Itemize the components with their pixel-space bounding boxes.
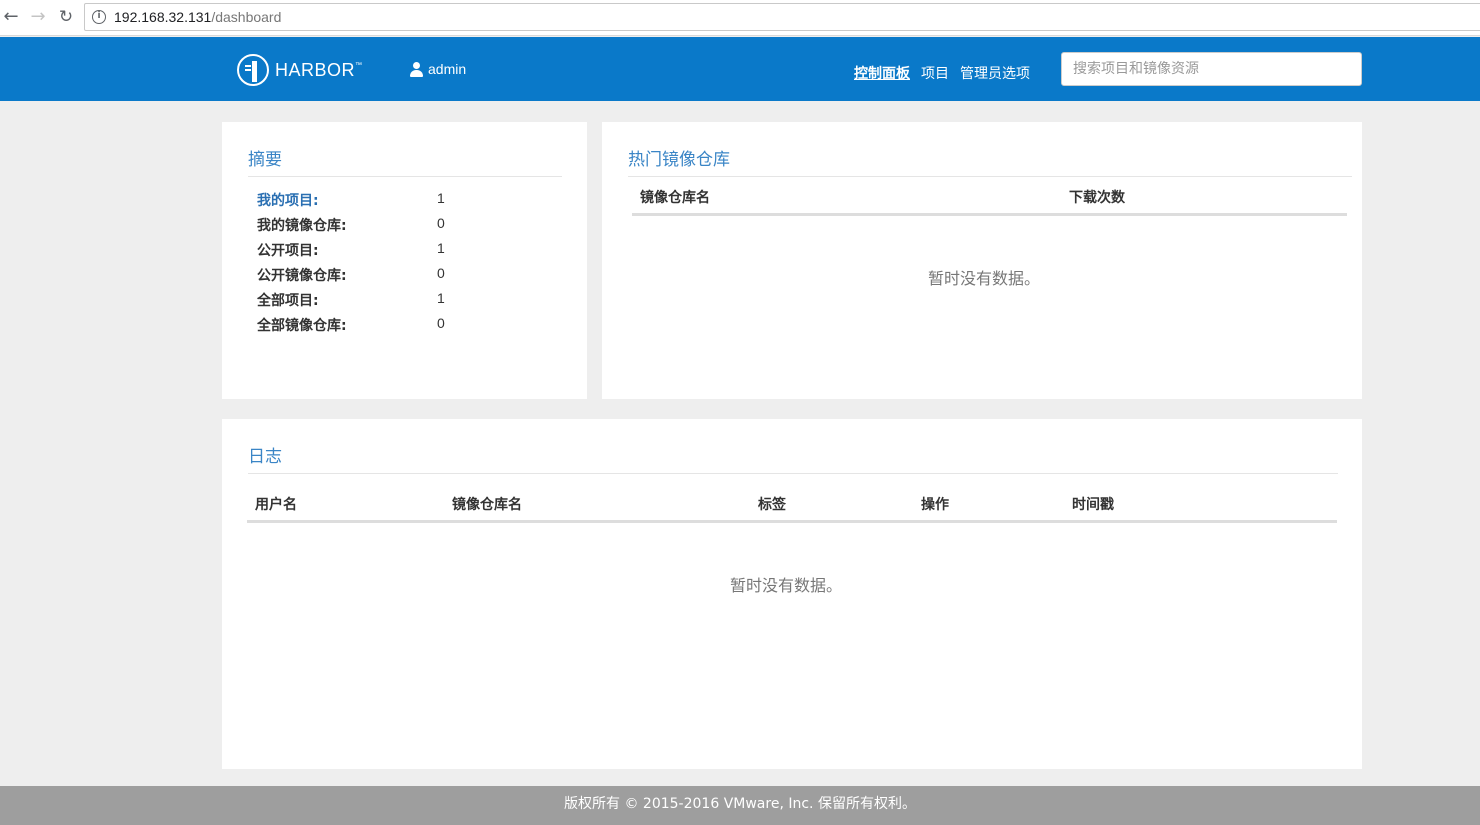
column-header-operation[interactable]: 操作 (921, 494, 949, 514)
top-repos-panel: 热门镜像仓库 镜像仓库名 下载次数 暂时没有数据。 (602, 122, 1362, 399)
address-bar[interactable]: i 192.168.32.131/dashboard (84, 3, 1480, 31)
summary-value-public-projects: 1 (437, 240, 445, 256)
summary-value-my-repos: 0 (437, 215, 445, 231)
divider (248, 176, 562, 177)
column-header-timestamp[interactable]: 时间戳 (1072, 494, 1114, 514)
logs-panel: 日志 用户名 镜像仓库名 标签 操作 时间戳 暂时没有数据。 (222, 419, 1362, 769)
user-icon (410, 61, 423, 77)
back-arrow-icon[interactable]: ← (0, 6, 22, 28)
summary-value-all-projects: 1 (437, 290, 445, 306)
empty-state-text: 暂时没有数据。 (730, 576, 843, 595)
column-header-username[interactable]: 用户名 (255, 494, 297, 514)
summary-label-my-repos: 我的镜像仓库: (257, 218, 347, 234)
top-nav: 控制面板 项目 管理员选项 (854, 63, 1041, 83)
divider (628, 176, 1352, 177)
summary-value-all-repos: 0 (437, 315, 445, 331)
logs-title: 日志 (248, 447, 282, 467)
forward-arrow-icon[interactable]: → (27, 6, 49, 28)
column-header-repo-name[interactable]: 镜像仓库名 (452, 494, 522, 514)
nav-projects[interactable]: 项目 (921, 63, 949, 83)
summary-label-public-projects: 公开项目: (257, 243, 319, 259)
username: admin (428, 61, 467, 77)
column-header-downloads[interactable]: 下载次数 (1069, 187, 1125, 207)
top-repos-title: 热门镜像仓库 (628, 150, 730, 170)
summary-title: 摘要 (248, 150, 282, 170)
column-header-tag[interactable]: 标签 (758, 494, 786, 514)
harbor-logo[interactable]: HARBOR™ (237, 53, 363, 87)
summary-panel: 摘要 我的项目: 1 我的镜像仓库: 0 公开项目: 1 公开镜像仓库: 0 全… (222, 122, 587, 399)
url-path: /dashboard (211, 9, 282, 25)
url-host: 192.168.32.131 (114, 9, 212, 25)
copyright-text: 版权所有 © 2015-2016 VMware, Inc. 保留所有权利。 (564, 796, 916, 812)
nav-dashboard[interactable]: 控制面板 (854, 63, 910, 83)
footer: 版权所有 © 2015-2016 VMware, Inc. 保留所有权利。 (0, 786, 1480, 825)
user-menu[interactable]: admin (410, 60, 466, 78)
info-icon[interactable]: i (92, 10, 106, 24)
divider (248, 473, 1338, 474)
summary-label-all-projects: 全部项目: (257, 293, 319, 309)
url-text: 192.168.32.131/dashboard (114, 9, 281, 25)
app-header: HARBOR™ admin 控制面板 项目 管理员选项 (0, 37, 1480, 101)
summary-label-all-repos: 全部镜像仓库: (257, 318, 347, 334)
logo-text: HARBOR™ (275, 59, 363, 80)
table-header-divider (632, 213, 1347, 216)
table-header-divider (247, 520, 1337, 523)
browser-toolbar: ← → ↻ i 192.168.32.131/dashboard (0, 0, 1480, 36)
lighthouse-icon (237, 54, 269, 86)
column-header-repo-name[interactable]: 镜像仓库名 (640, 187, 710, 207)
empty-state-text: 暂时没有数据。 (928, 269, 1041, 288)
summary-value-my-projects: 1 (437, 190, 445, 206)
summary-label-public-repos: 公开镜像仓库: (257, 268, 347, 284)
summary-value-public-repos: 0 (437, 265, 445, 281)
reload-icon[interactable]: ↻ (55, 6, 77, 28)
nav-admin-options[interactable]: 管理员选项 (960, 63, 1030, 83)
search-input[interactable] (1061, 52, 1362, 86)
summary-label-my-projects[interactable]: 我的项目: (257, 190, 319, 210)
